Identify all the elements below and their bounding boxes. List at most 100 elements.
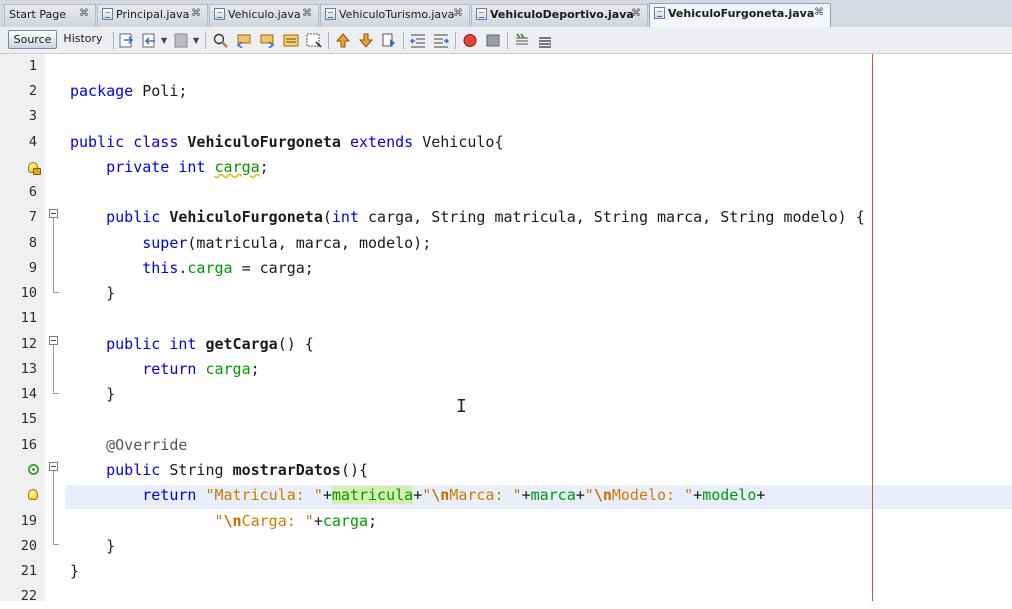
escape-sequence: \n <box>431 486 450 504</box>
code-token: + <box>521 486 531 504</box>
line-number: 9 <box>28 260 37 276</box>
code-keyword: package <box>70 82 134 100</box>
escape-sequence: \n <box>223 512 242 530</box>
find-previous-icon[interactable] <box>236 33 252 48</box>
history-button[interactable]: History <box>60 30 106 49</box>
code-line: 7 public VehiculoFurgoneta(int carga, St… <box>0 205 1012 230</box>
code-line: 4 public class VehiculoFurgoneta extends… <box>0 130 1012 155</box>
chevron-down-icon[interactable]: ▼ <box>193 36 199 45</box>
close-icon[interactable]: ⌘ <box>79 8 89 19</box>
line-number: 12 <box>20 336 37 352</box>
toolbar-separator <box>113 32 114 49</box>
line-number: 10 <box>20 285 37 301</box>
close-icon[interactable]: ⌘ <box>453 8 463 19</box>
find-icon[interactable] <box>213 33 229 48</box>
code-token: carga, String matricula, String marca, S… <box>359 208 865 226</box>
tab-vehiculo-turismo[interactable]: VehiculoTurismo.java ⌘ <box>320 4 470 26</box>
find-next-icon[interactable] <box>259 33 275 48</box>
toolbar-separator <box>328 32 329 49</box>
code-token: () { <box>277 335 314 353</box>
code-keyword: int <box>178 158 206 176</box>
code-line: 19 "\nCarga: "+carga; <box>0 509 1012 534</box>
code-text: public String mostrarDatos(){ <box>70 458 368 483</box>
java-file-icon <box>102 8 113 20</box>
comment-icon[interactable] <box>514 33 530 48</box>
field-name: carga <box>205 360 251 378</box>
forward-icon[interactable] <box>174 33 190 48</box>
string-literal: Carga: " <box>241 512 314 530</box>
code-token: + <box>313 512 323 530</box>
tab-vehiculo-deportivo[interactable]: VehiculoDeportivo.java ⌘ <box>471 4 648 26</box>
code-token: (matricula, marca, modelo); <box>187 234 432 252</box>
text-cursor-icon: I <box>456 396 467 417</box>
tab-start-page[interactable]: Start Page ⌘ <box>4 4 96 26</box>
code-line: 9 this.carga = carga; <box>0 256 1012 281</box>
tab-label: Vehiculo.java <box>228 8 301 21</box>
code-line: 13 return carga; <box>0 357 1012 382</box>
tab-vehiculo[interactable]: Vehiculo.java ⌘ <box>209 4 319 26</box>
code-keyword: public <box>106 208 161 226</box>
line-number: 7 <box>28 209 37 225</box>
line-number: 16 <box>20 437 37 453</box>
close-icon[interactable]: ⌘ <box>814 7 824 18</box>
java-file-icon <box>654 7 665 19</box>
source-button[interactable]: Source <box>8 30 57 49</box>
code-line: 6 <box>0 180 1012 205</box>
code-token: (){ <box>340 461 369 479</box>
class-name: VehiculoFurgoneta <box>187 133 341 151</box>
next-bookmark-icon[interactable] <box>358 33 374 48</box>
line-number: 1 <box>28 58 37 74</box>
code-token: Vehiculo{ <box>413 133 504 151</box>
field-name: carga <box>214 158 260 176</box>
shift-left-icon[interactable] <box>410 33 426 48</box>
last-edit-icon[interactable] <box>119 33 135 48</box>
tab-vehiculo-furgoneta[interactable]: VehiculoFurgoneta.java ⌘ <box>649 3 831 27</box>
tab-principal[interactable]: Principal.java ⌘ <box>97 4 208 26</box>
close-icon[interactable]: ⌘ <box>191 8 201 19</box>
code-keyword: class <box>133 133 179 151</box>
shift-right-icon[interactable] <box>433 33 449 48</box>
toggle-bookmark-icon[interactable] <box>381 33 397 48</box>
code-text: } <box>70 562 80 580</box>
string-literal: " <box>422 486 432 504</box>
close-icon[interactable]: ⌘ <box>302 8 312 19</box>
code-token: + <box>693 486 703 504</box>
close-icon[interactable]: ⌘ <box>631 8 641 19</box>
code-line: 15 <box>0 407 1012 432</box>
line-number: 13 <box>20 361 37 377</box>
start-macro-icon[interactable] <box>462 33 478 48</box>
method-name: mostrarDatos <box>232 461 341 479</box>
string-literal: " <box>214 512 224 530</box>
code-line: 11 <box>0 306 1012 331</box>
chevron-down-icon[interactable]: ▼ <box>161 36 167 45</box>
find-selection-icon[interactable] <box>306 33 322 48</box>
uncomment-icon[interactable] <box>537 33 553 48</box>
previous-bookmark-icon[interactable] <box>335 33 351 48</box>
tab-label: Principal.java <box>116 8 190 21</box>
code-line: 2 package Poli; <box>0 79 1012 104</box>
code-text: public int getCarga() { <box>70 332 314 357</box>
code-line: 5 private int carga; <box>0 155 1012 180</box>
back-icon[interactable] <box>142 33 158 48</box>
line-number: 3 <box>28 108 37 124</box>
code-token: + <box>575 486 585 504</box>
code-text: private int carga; <box>70 155 269 180</box>
code-token: + <box>413 486 423 504</box>
code-line: 16 @Override <box>0 433 1012 458</box>
toggle-highlight-icon[interactable] <box>283 33 299 48</box>
code-editor[interactable]: 1 2 package Poli; 3 4 public class Vehic… <box>0 54 1012 604</box>
editor-tab-bar: Start Page ⌘ Principal.java ⌘ Vehiculo.j… <box>0 0 1012 28</box>
code-text: return carga; <box>70 357 259 382</box>
field-name: carga <box>322 512 369 530</box>
stop-macro-icon[interactable] <box>485 33 501 48</box>
code-text: super(matricula, marca, modelo); <box>70 231 431 256</box>
